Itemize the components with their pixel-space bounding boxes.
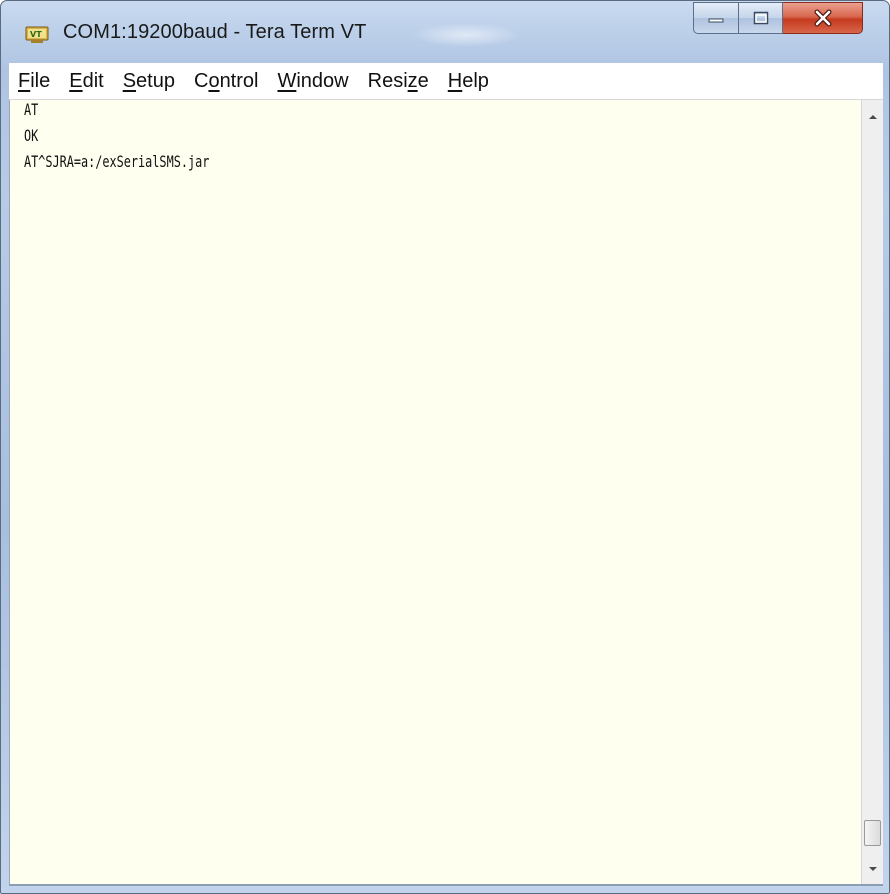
maximize-icon xyxy=(753,11,768,25)
maximize-button[interactable] xyxy=(739,2,783,34)
terminal-line: AT xyxy=(24,100,39,119)
terminal-screen[interactable]: AT OK AT^SJRA=a:/exSerialSMS.jar xyxy=(9,100,861,884)
teraterm-icon: VT xyxy=(25,26,49,43)
minimize-icon xyxy=(708,18,724,23)
scroll-thumb[interactable] xyxy=(864,820,881,846)
window-bottom-border xyxy=(9,884,883,886)
scroll-down-button[interactable] xyxy=(862,858,883,880)
svg-text:VT: VT xyxy=(30,30,42,39)
tera-term-window: VT COM1:19200baud - Tera Term VT File Ed… xyxy=(0,0,890,894)
vertical-scrollbar[interactable] xyxy=(861,100,883,884)
terminal-line: OK xyxy=(24,126,39,145)
menu-control[interactable]: Control xyxy=(185,70,268,93)
menu-window[interactable]: Window xyxy=(268,70,358,93)
menu-edit[interactable]: Edit xyxy=(60,70,113,93)
title-glow xyxy=(411,23,521,47)
caption-buttons xyxy=(693,2,863,34)
terminal-line: AT^SJRA=a:/exSerialSMS.jar xyxy=(24,152,210,171)
scroll-up-button[interactable] xyxy=(862,106,883,128)
close-button[interactable] xyxy=(783,2,863,34)
title-bar[interactable]: VT COM1:19200baud - Tera Term VT xyxy=(1,1,889,63)
window-title: COM1:19200baud - Tera Term VT xyxy=(63,21,367,43)
menu-setup[interactable]: Setup xyxy=(114,70,185,93)
menu-resize[interactable]: Resize xyxy=(359,70,439,93)
menu-bar: File Edit Setup Control Window Resize He… xyxy=(9,63,883,100)
menu-help[interactable]: Help xyxy=(439,70,499,93)
menu-file[interactable]: File xyxy=(9,70,60,93)
close-icon xyxy=(814,9,831,27)
scroll-up-icon xyxy=(868,115,877,119)
minimize-button[interactable] xyxy=(693,2,739,34)
scroll-down-icon xyxy=(868,867,877,871)
